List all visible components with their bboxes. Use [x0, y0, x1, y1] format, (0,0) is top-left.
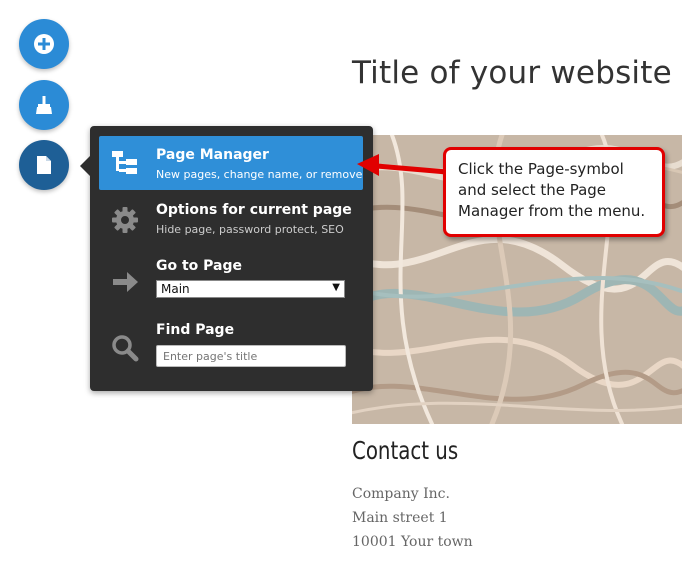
page-icon	[37, 156, 51, 174]
gear-icon	[109, 204, 141, 236]
menu-item-page-manager[interactable]: Page Manager New pages, change name, or …	[99, 136, 363, 190]
address-line: Main street 1	[352, 510, 448, 526]
design-button[interactable]	[19, 80, 69, 130]
find-page-input[interactable]	[156, 345, 346, 367]
site-title: Title of your website	[352, 55, 672, 91]
callout-text: Click the Page-symbol and select the Pag…	[458, 160, 646, 220]
arrow-right-icon	[109, 266, 141, 298]
plus-circle-icon	[34, 34, 54, 54]
menu-item-title: Find Page	[156, 322, 235, 338]
brush-icon	[36, 96, 52, 114]
menu-item-title: Page Manager	[156, 147, 269, 163]
dropdown-arrow-icon: ▼	[332, 282, 340, 293]
go-to-page-select[interactable]: Main ▼	[156, 280, 345, 298]
address-line: Company Inc.	[352, 486, 450, 502]
page-button[interactable]	[19, 140, 69, 190]
address-line: 10001 Your town	[352, 534, 473, 550]
instruction-callout: Click the Page-symbol and select the Pag…	[443, 147, 665, 237]
search-icon	[109, 332, 141, 364]
select-value: Main	[161, 282, 190, 296]
menu-item-subtitle: Hide page, password protect, SEO	[156, 223, 344, 236]
sitemap-icon	[109, 147, 141, 179]
menu-item-subtitle: New pages, change name, or remove	[156, 168, 363, 181]
add-button[interactable]	[19, 19, 69, 69]
page-menu: Page Manager New pages, change name, or …	[80, 126, 373, 391]
contact-title: Contact us	[352, 436, 459, 465]
menu-item-options[interactable]: Options for current page Hide page, pass…	[99, 192, 363, 244]
callout-arrow	[357, 154, 448, 176]
menu-item-title: Options for current page	[156, 202, 352, 218]
menu-item-title: Go to Page	[156, 258, 243, 274]
